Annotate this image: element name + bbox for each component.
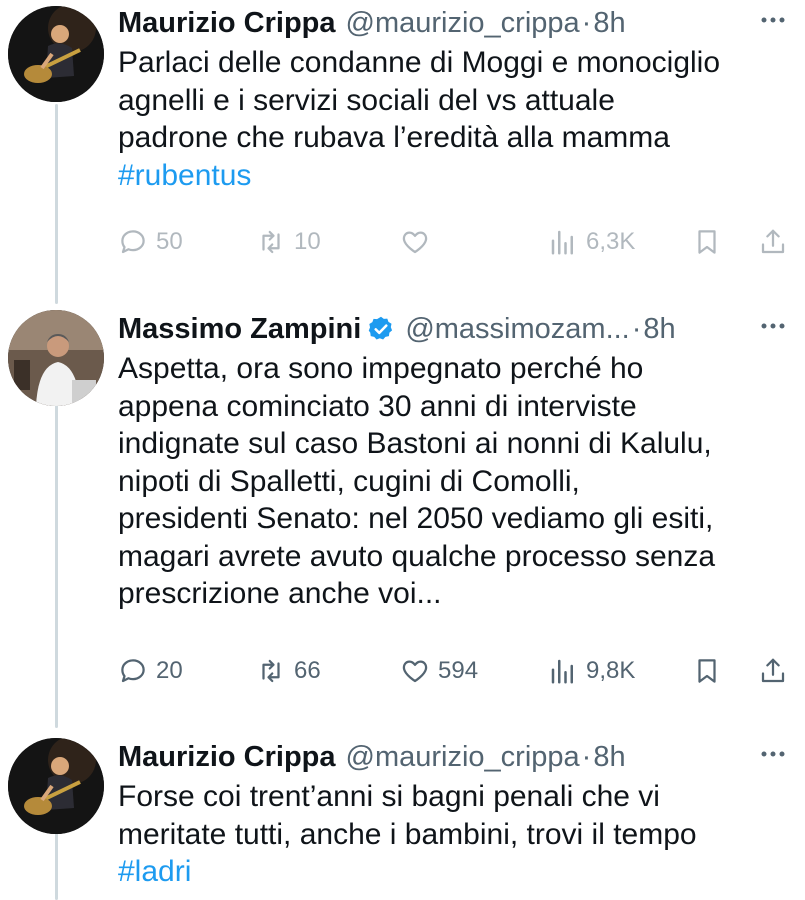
retweet-icon	[262, 659, 280, 683]
author-handle[interactable]: @massimozam...	[405, 313, 629, 346]
man-in-white-shirt-avatar-image	[8, 310, 104, 406]
tweet-text: Parlaci delle condanne di Moggi e monoci…	[118, 44, 791, 194]
author-name[interactable]: Maurizio Crippa	[118, 7, 336, 40]
tweet-text-line: meritate tutti, anche i bambini, trovi i…	[118, 817, 697, 851]
bookmark-icon	[698, 230, 716, 254]
tweet-text-line: Forse coi trent’anni si bagni penali che…	[118, 780, 660, 813]
avatar[interactable]	[8, 6, 104, 102]
tweet-text-line: indignate sul caso Bastoni ai nonni di K…	[118, 427, 712, 460]
tweet-text-line: Parlaci delle condanne di Moggi e monoci…	[118, 46, 721, 79]
tweet-text-line: prescrizione anche voi...	[118, 577, 442, 610]
tweet-header: Maurizio Crippa @maurizio_crippa · 8h	[118, 736, 791, 778]
share-button[interactable]	[758, 222, 788, 262]
verified-badge-icon	[369, 316, 393, 340]
views-button[interactable]: 6,3K	[548, 222, 635, 262]
reply-button[interactable]: 50	[118, 222, 183, 262]
author-name[interactable]: Maurizio Crippa	[118, 741, 336, 774]
tweet-actions: 20 66 594 9,8K	[118, 651, 791, 691]
tweet-text-line: presidenti Senato: nel 2050 vediamo gli …	[118, 502, 714, 535]
tweet-text-line: appena cominciato 30 anni di interviste	[118, 389, 637, 423]
heart-icon	[402, 231, 428, 254]
thread-line	[55, 398, 58, 728]
tweet-time[interactable]: 8h	[593, 7, 625, 40]
tweet-text: Aspetta, ora sono impegnato perché ho ap…	[118, 350, 791, 613]
separator-dot: ·	[581, 740, 592, 773]
author-name[interactable]: Massimo Zampini	[118, 313, 361, 346]
tweet-header: Massimo Zampini @massimozam... · 8h	[118, 308, 791, 350]
heart-icon	[402, 660, 428, 683]
reply-count: 20	[156, 657, 183, 684]
reply-button[interactable]: 20	[118, 651, 183, 691]
share-button[interactable]	[758, 651, 788, 691]
retweet-button[interactable]: 10	[256, 222, 321, 262]
reply-icon	[121, 230, 145, 254]
view-count: 9,8K	[586, 657, 636, 684]
bookmark-icon	[698, 659, 716, 683]
retweet-icon	[262, 230, 280, 254]
reply-count: 50	[156, 228, 183, 255]
thread-line	[55, 104, 58, 304]
tweet-time[interactable]: 8h	[593, 741, 625, 774]
thread-line	[55, 832, 58, 900]
bookmark-button[interactable]	[692, 222, 722, 262]
bookmark-button[interactable]	[692, 651, 722, 691]
tweet-text-line: Aspetta, ora sono impegnato perché ho	[118, 352, 644, 385]
more-icon[interactable]	[757, 738, 789, 768]
tweet-text-line: nipoti di Spalletti, cugini di Comolli,	[118, 464, 580, 498]
share-icon	[761, 229, 785, 254]
view-count: 6,3K	[586, 228, 636, 255]
hashtag-link[interactable]: #ladri	[118, 853, 791, 891]
separator-dot: ·	[581, 6, 592, 39]
tweet-time[interactable]: 8h	[643, 313, 675, 346]
guitarist-avatar-image	[8, 6, 104, 102]
tweet-text-line: padrone che rubava l’eredità alla mamma	[118, 121, 670, 154]
reply-icon	[121, 659, 145, 683]
separator-dot: ·	[631, 312, 642, 345]
tweet-text-line: magari avrete avuto qualche processo sen…	[118, 539, 716, 573]
like-button[interactable]: 594	[400, 651, 478, 691]
views-button[interactable]: 9,8K	[548, 651, 635, 691]
views-icon	[551, 659, 573, 684]
avatar[interactable]	[8, 310, 104, 406]
tweet-header: Maurizio Crippa @maurizio_crippa · 8h	[118, 2, 791, 44]
tweet-text: Forse coi trent’anni si bagni penali che…	[118, 778, 791, 891]
author-handle[interactable]: @maurizio_crippa	[346, 741, 580, 774]
author-handle[interactable]: @maurizio_crippa	[346, 7, 580, 40]
more-icon[interactable]	[757, 310, 789, 340]
more-icon[interactable]	[757, 4, 789, 34]
tweet-text-line: agnelli e i servizi sociali del vs attua…	[118, 83, 615, 117]
views-icon	[551, 230, 573, 255]
avatar[interactable]	[8, 738, 104, 834]
hashtag-link[interactable]: #rubentus	[118, 157, 791, 195]
retweet-count: 10	[294, 228, 321, 255]
like-count: 594	[438, 657, 479, 684]
share-icon	[761, 658, 785, 683]
like-button[interactable]	[400, 222, 430, 262]
retweet-button[interactable]: 66	[256, 651, 321, 691]
tweet-actions: 50 10 6,3K	[118, 222, 791, 262]
retweet-count: 66	[294, 657, 321, 684]
guitarist-avatar-image	[8, 738, 104, 834]
